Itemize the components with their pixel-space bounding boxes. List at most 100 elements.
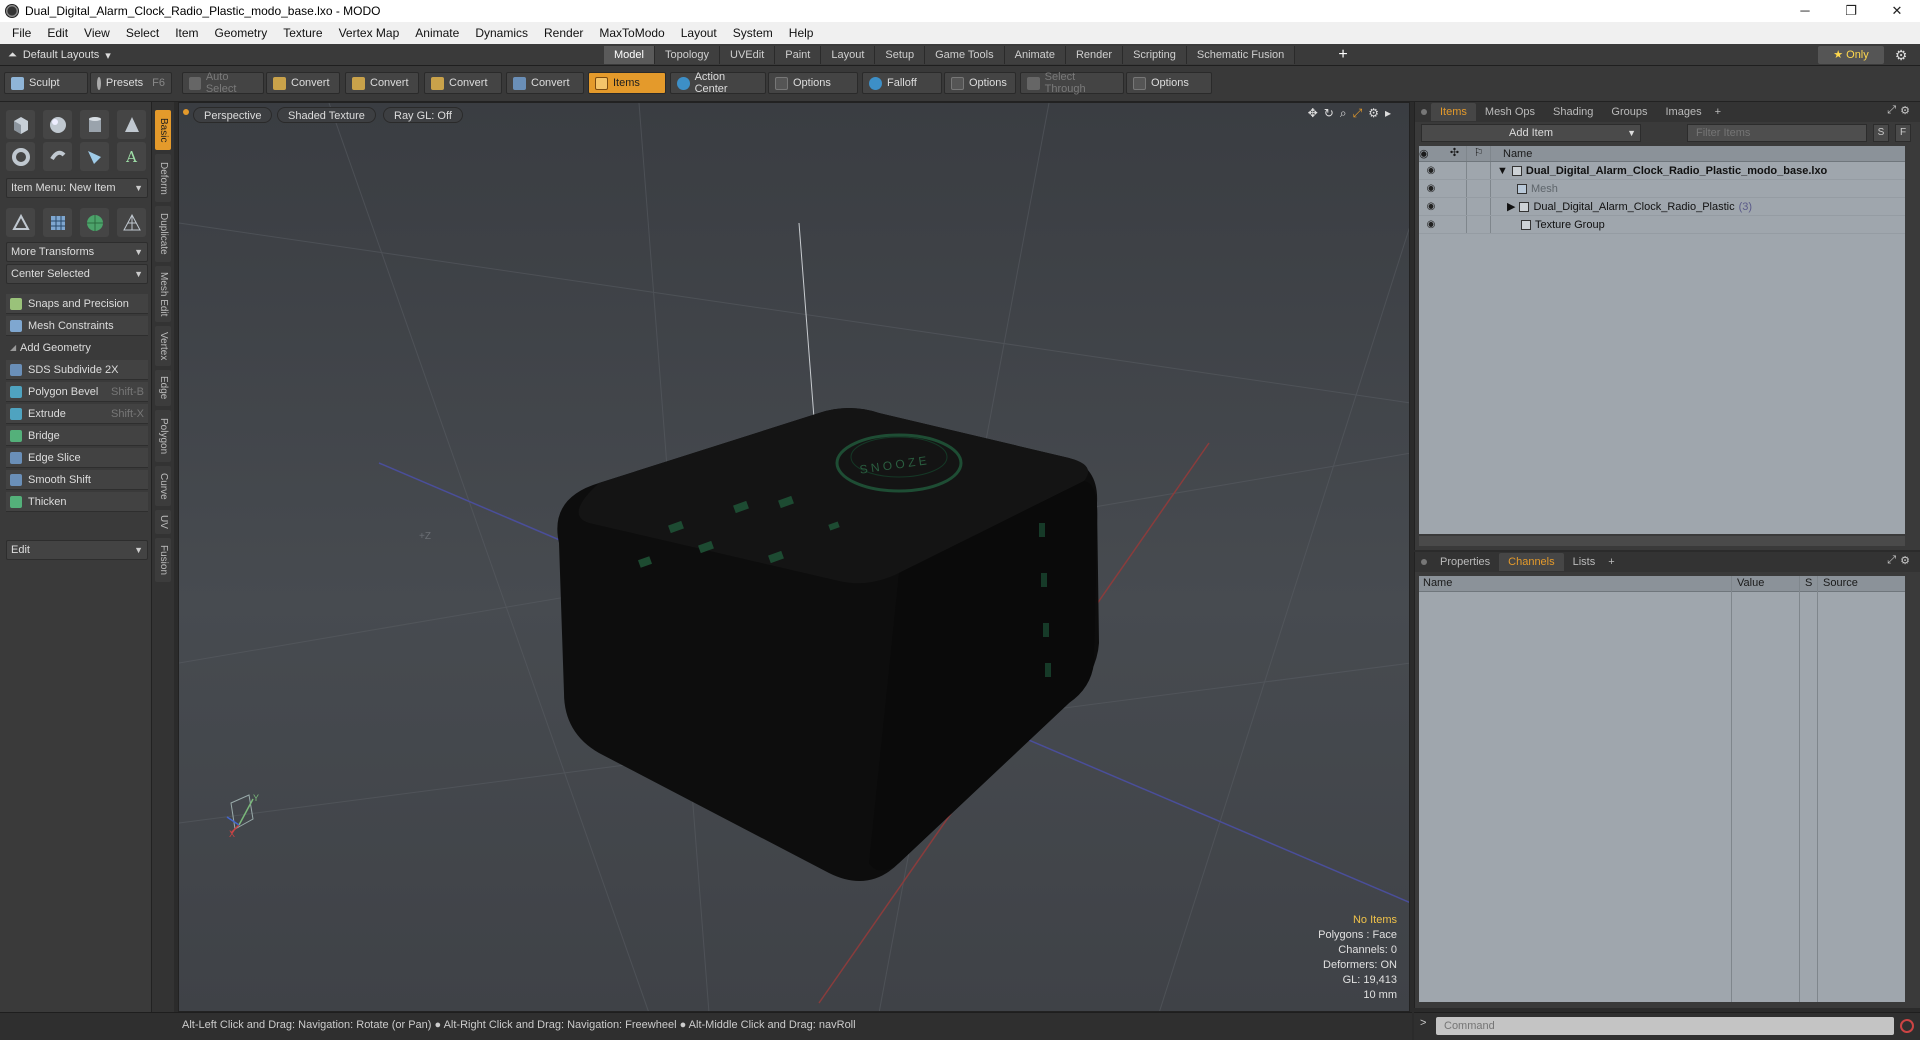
expand-triangle-icon[interactable]: ▶: [1507, 200, 1515, 213]
fit-icon[interactable]: ⤢: [1353, 106, 1363, 121]
menu-help[interactable]: Help: [781, 22, 822, 44]
tab-layout[interactable]: Layout: [821, 46, 876, 64]
tab-topology[interactable]: Topology: [654, 46, 721, 64]
vtab-duplicate[interactable]: Duplicate: [155, 206, 171, 262]
f-toggle[interactable]: F: [1895, 124, 1911, 142]
mesh-constraints-button[interactable]: Mesh Constraints: [6, 316, 148, 336]
vtab-fusion[interactable]: Fusion: [155, 538, 171, 582]
torus-icon[interactable]: [6, 142, 35, 171]
view-type-button[interactable]: Perspective: [193, 107, 273, 123]
add-item-button[interactable]: Add Item ▼: [1421, 124, 1641, 142]
sculpt-button[interactable]: Sculpt: [4, 72, 88, 94]
tab-mesh-ops[interactable]: Mesh Ops: [1476, 103, 1544, 121]
select-through-options[interactable]: Options: [1126, 72, 1212, 94]
add-tab-button[interactable]: +: [1711, 106, 1725, 118]
tool-edge-slice[interactable]: Edge Slice: [6, 448, 148, 468]
menu-item[interactable]: Item: [167, 22, 206, 44]
tab-setup[interactable]: Setup: [875, 46, 926, 64]
menu-edit[interactable]: Edit: [39, 22, 76, 44]
gear-icon[interactable]: ⚙: [1900, 554, 1910, 567]
tab-render[interactable]: Render: [1065, 46, 1124, 64]
tool-sds-subdivide-2x[interactable]: SDS Subdivide 2X: [6, 360, 148, 380]
grid-icon[interactable]: [43, 208, 72, 237]
convert-vertices-button[interactable]: Convert: [266, 72, 340, 94]
only-toggle[interactable]: ★ Only: [1818, 46, 1884, 64]
tab-uvedit[interactable]: UVEdit: [720, 46, 776, 64]
close-button[interactable]: ✕: [1874, 0, 1920, 22]
tab-lists[interactable]: Lists: [1564, 553, 1605, 571]
gear-icon[interactable]: ⚙: [1900, 104, 1910, 117]
tree-row-mesh[interactable]: ◉ Mesh: [1419, 180, 1905, 198]
eye-icon[interactable]: ◉: [1419, 165, 1443, 176]
filter-items-input[interactable]: [1687, 124, 1867, 142]
tab-game-tools[interactable]: Game Tools: [925, 46, 1005, 64]
eye-icon[interactable]: ◉: [1419, 183, 1443, 194]
record-icon[interactable]: [1900, 1019, 1914, 1033]
vtab-basic[interactable]: Basic: [155, 110, 171, 150]
more-transforms-dropdown[interactable]: More Transforms ▼: [6, 242, 148, 262]
edit-dropdown[interactable]: Edit ▼: [6, 540, 148, 560]
s-toggle[interactable]: S: [1873, 124, 1889, 142]
expand-icon[interactable]: ⤢: [1887, 104, 1896, 117]
chevron-right-icon[interactable]: ▸: [1385, 106, 1391, 121]
gear-icon[interactable]: ⚙: [1892, 46, 1910, 64]
tab-scripting[interactable]: Scripting: [1123, 46, 1187, 64]
menu-file[interactable]: File: [4, 22, 39, 44]
vtab-vertex[interactable]: Vertex: [155, 326, 171, 366]
center-selected-dropdown[interactable]: Center Selected ▼: [6, 264, 148, 284]
cone-icon[interactable]: [117, 110, 146, 139]
add-layout-button[interactable]: +: [1334, 46, 1352, 64]
items-mode-button[interactable]: Items: [588, 72, 666, 94]
wireframe-icon[interactable]: [117, 208, 146, 237]
zoom-icon[interactable]: ⌕: [1340, 106, 1347, 121]
tree-row-clock-group[interactable]: ◉ ▶ Dual_Digital_Alarm_Clock_Radio_Plast…: [1419, 198, 1905, 216]
tab-groups[interactable]: Groups: [1602, 103, 1656, 121]
maximize-button[interactable]: ❐: [1828, 0, 1874, 22]
pen-icon[interactable]: [80, 142, 109, 171]
minimize-button[interactable]: ─: [1782, 0, 1828, 22]
menu-render[interactable]: Render: [536, 22, 591, 44]
alarm-clock-mesh[interactable]: S N O O Z E: [557, 408, 1099, 881]
gear-icon[interactable]: ⚙: [1368, 106, 1379, 121]
tab-items[interactable]: Items: [1431, 103, 1476, 121]
tool-smooth-shift[interactable]: Smooth Shift: [6, 470, 148, 490]
locator-icon[interactable]: [6, 208, 35, 237]
expand-icon[interactable]: ⤢: [1887, 554, 1896, 567]
convert-edges-button[interactable]: Convert: [345, 72, 419, 94]
tab-images[interactable]: Images: [1657, 103, 1711, 121]
tool-bridge[interactable]: Bridge: [6, 426, 148, 446]
action-center-options[interactable]: Options: [768, 72, 858, 94]
falloff-button[interactable]: Falloff: [862, 72, 942, 94]
tab-animate[interactable]: Animate: [1004, 46, 1066, 64]
menu-vertex-map[interactable]: Vertex Map: [331, 22, 408, 44]
tab-model[interactable]: Model: [604, 46, 655, 64]
tool-extrude[interactable]: Extrude Shift-X: [6, 404, 148, 424]
tool-polygon-bevel[interactable]: Polygon Bevel Shift-B: [6, 382, 148, 402]
pan-icon[interactable]: ✥: [1308, 106, 1318, 121]
snaps-precision-button[interactable]: Snaps and Precision: [6, 294, 148, 314]
shading-mode-button[interactable]: Shaded Texture: [277, 107, 376, 123]
menu-select[interactable]: Select: [118, 22, 167, 44]
expand-triangle-icon[interactable]: ▼: [1497, 165, 1508, 177]
menu-maxtomodo[interactable]: MaxToModo: [591, 22, 672, 44]
vtab-mesh-edit[interactable]: Mesh Edit: [155, 266, 171, 322]
convert-items-button[interactable]: Convert: [506, 72, 584, 94]
auto-select-button[interactable]: Auto Select: [182, 71, 264, 95]
convert-polygons-button[interactable]: Convert: [424, 72, 502, 94]
vtab-curve[interactable]: Curve: [155, 466, 171, 506]
presets-button[interactable]: Presets F6: [90, 72, 172, 94]
tab-shading[interactable]: Shading: [1544, 103, 1602, 121]
sphere-icon[interactable]: [43, 110, 72, 139]
tool-thicken[interactable]: Thicken: [6, 492, 148, 512]
item-menu-dropdown[interactable]: Item Menu: New Item ▼: [6, 178, 148, 198]
tab-channels[interactable]: Channels: [1499, 553, 1564, 571]
command-input[interactable]: [1436, 1017, 1894, 1035]
rotate-icon[interactable]: ↻: [1324, 106, 1334, 121]
tab-properties[interactable]: Properties: [1431, 553, 1499, 571]
eye-icon[interactable]: ◉: [1419, 201, 1443, 212]
text-icon[interactable]: A: [117, 142, 146, 171]
menu-animate[interactable]: Animate: [407, 22, 467, 44]
vtab-deform[interactable]: Deform: [155, 154, 171, 202]
tree-row-texture-group[interactable]: ◉ Texture Group: [1419, 216, 1905, 234]
tree-row-scene[interactable]: ◉ ▼ Dual_Digital_Alarm_Clock_Radio_Plast…: [1419, 162, 1905, 180]
